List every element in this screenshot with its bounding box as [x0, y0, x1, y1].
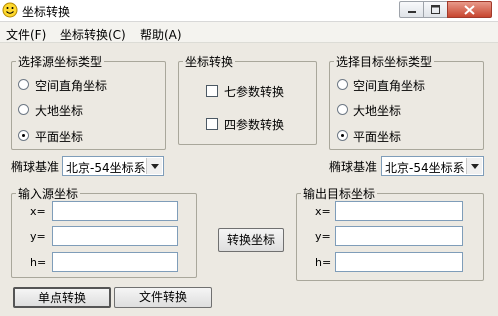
- input-x-label: x=: [30, 205, 46, 218]
- target-ellipsoid-select[interactable]: 北京-54坐标系: [381, 156, 484, 176]
- chevron-down-icon[interactable]: [146, 158, 162, 174]
- output-coords-title: 输出目标坐标: [301, 185, 378, 202]
- target-radio-plane[interactable]: [337, 130, 348, 141]
- input-x-field[interactable]: [52, 201, 178, 221]
- target-option-label[interactable]: 空间直角坐标: [353, 77, 425, 94]
- menu-help[interactable]: 帮助(A): [140, 26, 182, 43]
- menu-coordinate-convert[interactable]: 坐标转换(C): [60, 26, 126, 43]
- output-x-field[interactable]: [335, 201, 463, 221]
- source-option-label[interactable]: 平面坐标: [35, 128, 83, 145]
- source-option-label[interactable]: 大地坐标: [35, 102, 83, 119]
- target-type-group-title: 选择目标坐标类型: [334, 53, 435, 70]
- minimize-button[interactable]: [399, 1, 424, 18]
- four-param-checkbox[interactable]: [206, 118, 218, 130]
- target-option-label[interactable]: 平面坐标: [353, 128, 401, 145]
- input-h-field[interactable]: [52, 252, 178, 272]
- close-icon: [464, 5, 475, 15]
- output-y-field[interactable]: [335, 226, 463, 246]
- single-point-button[interactable]: 单点转换: [13, 287, 111, 308]
- source-ellipsoid-label: 椭球基准: [11, 160, 60, 174]
- menu-file[interactable]: 文件(F): [6, 26, 46, 43]
- output-h-label: h=: [315, 256, 332, 269]
- seven-param-label[interactable]: 七参数转换: [224, 83, 284, 100]
- convert-button[interactable]: 转换坐标: [218, 228, 284, 252]
- source-ellipsoid-value: 北京-54坐标系: [66, 161, 146, 175]
- file-convert-button[interactable]: 文件转换: [114, 287, 212, 308]
- source-type-group-title: 选择源坐标类型: [16, 53, 105, 70]
- target-radio-cartesian[interactable]: [337, 79, 348, 90]
- source-radio-geodetic[interactable]: [18, 104, 29, 115]
- input-y-label: y=: [30, 230, 46, 243]
- source-radio-plane[interactable]: [18, 130, 29, 141]
- minimize-icon: [408, 11, 416, 13]
- four-param-label[interactable]: 四参数转换: [224, 116, 284, 133]
- maximize-button[interactable]: [423, 1, 448, 18]
- input-h-label: h=: [30, 256, 47, 269]
- source-option-label[interactable]: 空间直角坐标: [35, 77, 107, 94]
- target-radio-geodetic[interactable]: [337, 104, 348, 115]
- input-y-field[interactable]: [52, 226, 178, 246]
- output-y-label: y=: [315, 230, 331, 243]
- window-title: 坐标转换: [22, 5, 71, 19]
- output-x-label: x=: [315, 205, 331, 218]
- chevron-down-icon[interactable]: [466, 158, 482, 174]
- smiley-app-icon: [2, 2, 18, 18]
- target-ellipsoid-value: 北京-54坐标系: [385, 161, 465, 175]
- source-ellipsoid-select[interactable]: 北京-54坐标系: [62, 156, 164, 176]
- seven-param-checkbox[interactable]: [206, 85, 218, 97]
- source-radio-cartesian[interactable]: [18, 79, 29, 90]
- target-ellipsoid-label: 椭球基准: [329, 160, 378, 174]
- input-coords-title: 输入源坐标: [16, 185, 81, 202]
- transform-group-title: 坐标转换: [183, 53, 236, 70]
- close-button[interactable]: [447, 1, 492, 18]
- output-h-field[interactable]: [335, 252, 463, 272]
- target-option-label[interactable]: 大地坐标: [353, 102, 401, 119]
- maximize-icon: [431, 5, 440, 14]
